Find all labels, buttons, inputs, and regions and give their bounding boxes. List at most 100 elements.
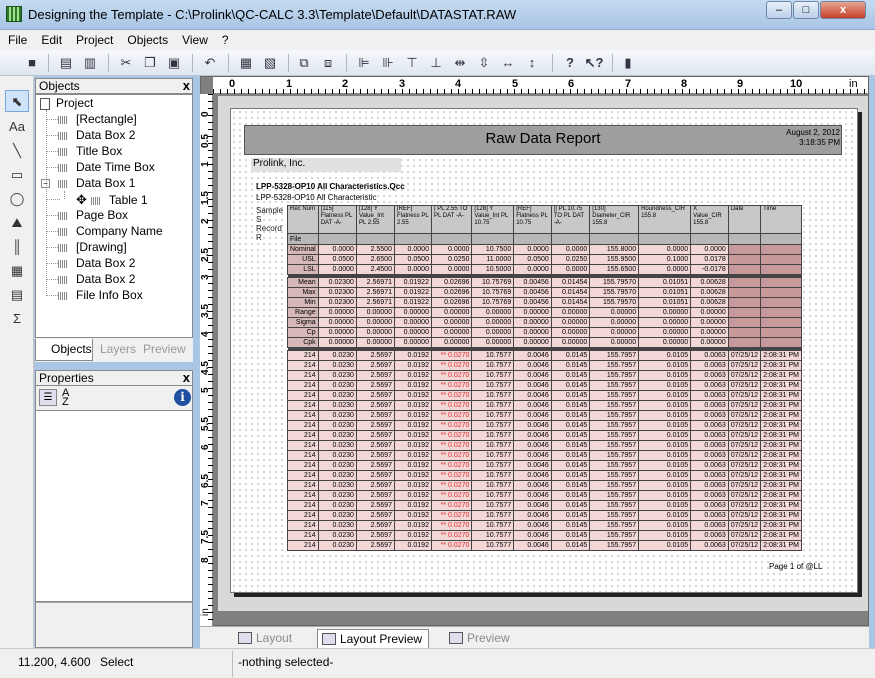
data-cell: 10.7577 <box>471 360 515 371</box>
tree-item-data-box-2[interactable]: Data Box 2 <box>58 128 135 144</box>
data-cell: 0.0230 <box>317 400 357 411</box>
column-header: X Value_CIR 155.8 <box>690 205 729 234</box>
close-objects-panel-icon[interactable]: x <box>183 79 190 93</box>
data-cell: 0.0063 <box>690 400 729 411</box>
ruler-ticks <box>208 94 213 626</box>
context-help-icon[interactable]: ↖? <box>584 53 604 73</box>
info-icon[interactable]: i <box>174 389 191 406</box>
data-cell: 155.7957 <box>589 430 640 441</box>
tab-layers[interactable]: Layers <box>100 342 136 356</box>
data-cell: 0.0063 <box>690 350 729 361</box>
layout-settings-icon[interactable]: ▧ <box>260 53 280 73</box>
rectangle-tool-icon[interactable]: ▭ <box>5 164 29 186</box>
data-cell: 0.0105 <box>638 470 692 481</box>
tab-preview-bottom[interactable]: Preview <box>445 629 516 648</box>
print-preview-icon[interactable]: ▥ <box>80 53 100 73</box>
objects-panel-title: Objects <box>39 79 80 93</box>
tree-item-date-time-box[interactable]: Date Time Box <box>58 160 155 176</box>
tab-preview[interactable]: Preview <box>143 342 186 356</box>
tab-objects[interactable]: Objects <box>35 339 93 361</box>
chart-tool-icon[interactable]: ▤ <box>5 284 29 306</box>
tree-item-data-box-2c[interactable]: Data Box 2 <box>58 272 135 288</box>
undo-icon[interactable]: ↶ <box>200 53 220 73</box>
paste-icon[interactable]: ▣ <box>164 53 184 73</box>
align-top-icon[interactable]: ⊤ <box>402 53 422 73</box>
menu-file[interactable]: File <box>0 30 33 47</box>
menu-project[interactable]: Project <box>68 30 119 47</box>
help-icon[interactable]: ? <box>560 53 580 73</box>
minimize-button[interactable]: – <box>766 1 792 19</box>
tree-item-table-1[interactable]: ✥ Table 1 <box>76 192 148 208</box>
select-tool-icon[interactable]: ⬉ <box>5 90 29 112</box>
close-button[interactable]: x <box>820 1 866 19</box>
table-row: 214 0.0230 2.5697 0.0192 ** 0.0270 10.7577 0.0… <box>287 530 802 541</box>
tree-item-company-name[interactable]: Company Name <box>58 224 163 240</box>
exit-icon[interactable]: ▮ <box>618 53 638 73</box>
line-tool-icon[interactable]: ╲ <box>5 140 29 162</box>
data-cell: 0.0145 <box>550 370 591 381</box>
text-tool-icon[interactable]: Aa <box>5 116 29 138</box>
categorized-icon[interactable]: ☰ <box>39 389 57 406</box>
record-number: 214 <box>287 370 319 381</box>
data-cell: 07/25/12 <box>727 480 762 491</box>
page-box[interactable]: Page 1 of @LL <box>769 562 823 571</box>
stat-value: 0.01051 <box>638 277 692 288</box>
barcode-tool-icon[interactable]: ║ <box>5 236 29 258</box>
cut-icon[interactable]: ✂ <box>116 53 136 73</box>
center-vertical-icon[interactable]: ⇳ <box>474 53 494 73</box>
table-tool-icon[interactable]: ▦ <box>5 260 29 282</box>
print-icon[interactable]: ▤ <box>56 53 76 73</box>
center-horizontal-icon[interactable]: ⇹ <box>450 53 470 73</box>
data-cell: 155.7957 <box>589 360 640 371</box>
tree-item-title-box[interactable]: Title Box <box>58 144 122 160</box>
stat-row: Mean 0.02300 2.56971 0.01922 0.02696 10.75769… <box>287 277 802 288</box>
data-cell: 0.0230 <box>317 460 357 471</box>
bring-front-icon[interactable]: ⧉ <box>294 53 314 73</box>
company-name[interactable]: Prolink, Inc. <box>251 158 401 172</box>
sort-alphabetical-icon[interactable]: AZ <box>62 388 69 408</box>
tree-item-data-box-1[interactable]: − Data Box 1 <box>41 176 135 192</box>
align-bottom-icon[interactable]: ⊥ <box>426 53 446 73</box>
align-left-icon[interactable]: ⊫ <box>354 53 374 73</box>
formula-tool-icon[interactable]: Σ <box>5 308 29 330</box>
menu-help[interactable]: ? <box>214 30 235 47</box>
data-table[interactable]: Rec Num [115] Flatness PL DAT -A- [128] Y … <box>287 205 802 551</box>
tree-item-page-box[interactable]: Page Box <box>58 208 128 224</box>
record-number: 214 <box>287 400 319 411</box>
align-right-icon[interactable]: ⊪ <box>378 53 398 73</box>
picture-tool-icon[interactable]: ⛰ <box>5 212 29 234</box>
data-cell: 0.0105 <box>638 500 692 511</box>
data-cell: 0.0192 <box>393 540 432 551</box>
stat-label: Sigma <box>287 317 319 328</box>
data-cell: 2.5697 <box>355 370 395 381</box>
data-cell: 07/25/12 <box>727 530 762 541</box>
ellipse-tool-icon[interactable]: ◯ <box>5 188 29 210</box>
empty-cell <box>760 317 802 328</box>
date-time-box[interactable]: August 2, 2012 3:18:35 PM <box>760 128 840 148</box>
tree-item-rectangle[interactable]: [Rectangle] <box>58 112 137 128</box>
save-icon[interactable]: ■ <box>22 53 42 73</box>
close-properties-panel-icon[interactable]: x <box>183 371 190 385</box>
record-number: 214 <box>287 360 319 371</box>
tab-layout[interactable]: Layout <box>234 629 298 648</box>
data-cell: 0.0063 <box>690 490 729 501</box>
data-cell: 2:08:31 PM <box>760 500 802 511</box>
same-width-icon[interactable]: ↔ <box>498 53 518 73</box>
copy-icon[interactable]: ❐ <box>140 53 160 73</box>
menu-view[interactable]: View <box>174 30 214 47</box>
empty-cell <box>727 254 762 265</box>
collapse-icon[interactable]: − <box>41 179 50 189</box>
menu-objects[interactable]: Objects <box>119 30 174 47</box>
send-back-icon[interactable]: ⧈ <box>318 53 338 73</box>
tree-item-data-box-2b[interactable]: Data Box 2 <box>58 256 135 272</box>
tree-item-project[interactable]: Project <box>40 96 93 112</box>
properties-icon[interactable]: ▦ <box>236 53 256 73</box>
maximize-button[interactable]: □ <box>793 1 819 19</box>
data-cell: 2.5697 <box>355 440 395 451</box>
tree-item-file-info-box[interactable]: File Info Box <box>58 288 143 304</box>
same-height-icon[interactable]: ↕ <box>522 53 542 73</box>
menu-edit[interactable]: Edit <box>33 30 68 47</box>
tab-layout-preview[interactable]: Layout Preview <box>317 629 430 648</box>
drawing-tools: ⬉ Aa ╲ ▭ ◯ ⛰ ║ ▦ ▤ Σ <box>0 76 34 648</box>
tree-item-drawing[interactable]: [Drawing] <box>58 240 127 256</box>
